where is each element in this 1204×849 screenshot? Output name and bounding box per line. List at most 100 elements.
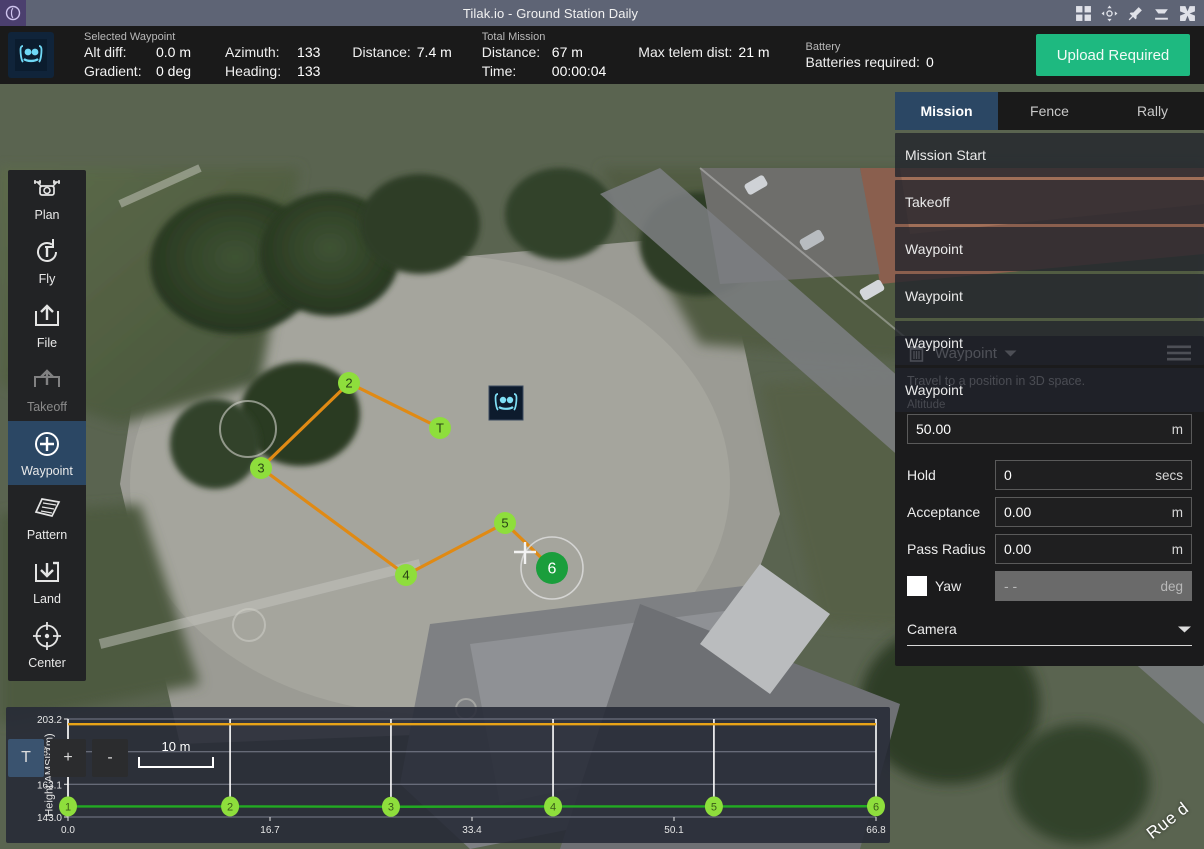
battery-group: Battery Batteries required: 0 xyxy=(806,41,934,70)
max-telem-value: 21 m xyxy=(738,44,769,60)
minimize-icon[interactable] xyxy=(1153,5,1170,22)
batteries-required-value: 0 xyxy=(926,54,934,70)
yaw-checkbox[interactable] xyxy=(907,576,927,596)
takeoff-arrow-icon xyxy=(30,363,64,397)
terrain-toggle-button[interactable]: T xyxy=(8,739,44,777)
pass-radius-value: 0.00 xyxy=(1004,541,1031,557)
yaw-label: Yaw xyxy=(935,578,961,594)
acceptance-field[interactable]: 0.00 m xyxy=(995,497,1192,527)
map-waypoint-marker[interactable]: 5 xyxy=(494,512,516,534)
pass-radius-field[interactable]: 0.00 m xyxy=(995,534,1192,564)
map-waypoint-label: 6 xyxy=(548,561,557,578)
chart-waypoint-marker-label: 6 xyxy=(873,801,879,813)
mission-item-label: Takeoff xyxy=(905,194,950,210)
altitude-value: 50.00 xyxy=(916,421,951,437)
move-icon[interactable] xyxy=(1101,5,1118,22)
chart-y-tick: 203.2 xyxy=(37,715,62,726)
map-waypoint-label: T xyxy=(436,421,444,436)
battery-caption: Battery xyxy=(806,41,934,53)
batteries-required-label: Batteries required: xyxy=(806,54,920,70)
map-scale-bar: 10 m xyxy=(138,739,214,768)
map-scale-line xyxy=(138,757,214,768)
drone-camera-icon xyxy=(30,172,64,206)
selected-waypoint-group: Selected Waypoint Alt diff:0.0 m Gradien… xyxy=(84,31,452,79)
chart-x-tick: 0.0 xyxy=(61,825,75,836)
map-waypoint-marker[interactable]: 2 xyxy=(338,372,360,394)
altitude-field[interactable]: 50.00 m xyxy=(907,414,1192,444)
toolbar-item-waypoint[interactable]: Waypoint xyxy=(8,421,86,485)
toolbar-label-plan: Plan xyxy=(34,208,59,222)
mission-tabs: Mission Fence Rally xyxy=(895,92,1204,130)
hold-value: 0 xyxy=(1004,467,1012,483)
map-waypoint-marker[interactable]: 6 xyxy=(536,552,568,584)
toolbar-item-fly[interactable]: Fly xyxy=(8,229,86,293)
acceptance-value: 0.00 xyxy=(1004,504,1031,520)
map-waypoint-marker[interactable]: 3 xyxy=(250,457,272,479)
maximize-icon[interactable] xyxy=(1179,5,1196,22)
mission-item[interactable]: Takeoff xyxy=(895,180,1204,224)
wp-distance-value: 7.4 m xyxy=(417,44,452,60)
mission-item[interactable]: Waypoint xyxy=(895,368,1204,412)
wp-distance-label: Distance: xyxy=(352,44,410,60)
upload-required-button[interactable]: Upload Required xyxy=(1036,34,1190,76)
crosshair-icon xyxy=(30,619,64,653)
pin-icon[interactable] xyxy=(1127,5,1144,22)
mission-item[interactable]: Mission Start xyxy=(895,133,1204,177)
toolbar-item-plan[interactable]: Plan xyxy=(8,170,86,229)
tab-fence[interactable]: Fence xyxy=(998,92,1101,130)
chart-waypoint-marker-label: 3 xyxy=(388,802,394,814)
tab-rally[interactable]: Rally xyxy=(1101,92,1204,130)
camera-section[interactable]: Camera xyxy=(907,615,1192,646)
toolbar-item-takeoff[interactable]: Takeoff xyxy=(8,357,86,421)
window-controls xyxy=(1075,5,1204,22)
window-title-bar: Tilak.io - Ground Station Daily xyxy=(0,0,1204,26)
hold-label: Hold xyxy=(907,467,995,483)
tab-mission[interactable]: Mission xyxy=(895,92,998,130)
hold-row: Hold 0 secs xyxy=(907,460,1192,490)
rotor-refresh-icon xyxy=(30,235,64,269)
mission-item[interactable]: Waypoint xyxy=(895,321,1204,365)
mission-time-value: 00:00:04 xyxy=(552,63,607,79)
acceptance-row: Acceptance 0.00 m xyxy=(907,497,1192,527)
hold-unit: secs xyxy=(1155,468,1183,483)
land-arrow-icon xyxy=(30,555,64,589)
tile-windows-icon[interactable] xyxy=(1075,5,1092,22)
mission-item[interactable]: Waypoint xyxy=(895,227,1204,271)
plus-circle-icon xyxy=(30,427,64,461)
azimuth-value: 133 xyxy=(297,44,320,60)
toolbar-item-file[interactable]: File xyxy=(8,293,86,357)
toolbar-item-land[interactable]: Land xyxy=(8,549,86,613)
total-mission-caption: Total Mission xyxy=(482,31,770,43)
chart-waypoint-marker-label: 1 xyxy=(65,801,71,813)
zoom-in-button[interactable]: + xyxy=(50,739,86,777)
vehicle-marker-icon xyxy=(489,386,523,420)
azimuth-label: Azimuth: xyxy=(225,44,291,60)
map-waypoint-label: 2 xyxy=(345,376,352,391)
map-waypoint-label: 5 xyxy=(501,516,508,531)
toolbar-label-pattern: Pattern xyxy=(27,528,67,542)
map-zoom-controls: T + - xyxy=(8,739,128,777)
gradient-value: 0 deg xyxy=(156,63,191,79)
toolbar-item-pattern[interactable]: Pattern xyxy=(8,485,86,549)
toolbar-label-waypoint: Waypoint xyxy=(21,464,73,478)
acceptance-label: Acceptance xyxy=(907,504,995,520)
mission-panel: Mission Fence Rally Mission Start Takeoff… xyxy=(895,92,1204,415)
zoom-out-button[interactable]: - xyxy=(92,739,128,777)
chevron-down-icon[interactable] xyxy=(1177,625,1192,634)
layers-icon xyxy=(30,491,64,525)
map-waypoint-marker[interactable]: 4 xyxy=(395,564,417,586)
map-waypoint-label: 4 xyxy=(402,568,409,583)
mission-item[interactable]: Waypoint xyxy=(895,274,1204,318)
toolbar-item-center[interactable]: Center xyxy=(8,613,86,677)
toolbar-label-file: File xyxy=(37,336,57,350)
chart-x-tick: 66.8 xyxy=(866,825,886,836)
telemetry-info-bar: Selected Waypoint Alt diff:0.0 m Gradien… xyxy=(0,26,1204,84)
map-waypoint-label: 3 xyxy=(257,461,264,476)
hold-field[interactable]: 0 secs xyxy=(995,460,1192,490)
altitude-unit: m xyxy=(1172,422,1183,437)
toolbar-label-land: Land xyxy=(33,592,61,606)
map-waypoint-marker[interactable]: T xyxy=(429,417,451,439)
toolbar-label-takeoff: Takeoff xyxy=(27,400,67,414)
chart-waypoint-marker-label: 5 xyxy=(711,801,717,813)
mission-distance-label: Distance: xyxy=(482,44,546,60)
